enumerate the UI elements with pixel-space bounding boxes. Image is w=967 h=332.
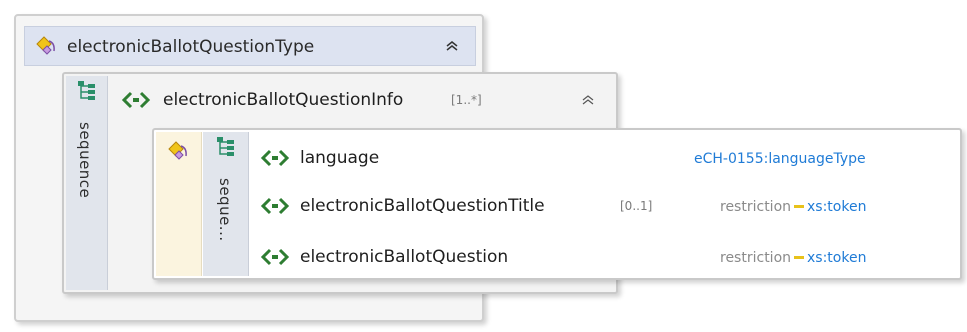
element-name: electronicBallotQuestionTitle — [300, 196, 545, 216]
complex-type-header[interactable]: electronicBallotQuestionType — [24, 26, 476, 66]
element-icon — [260, 197, 290, 215]
element-info-cardinality: [1..*] — [451, 93, 482, 107]
complex-type-title: electronicBallotQuestionType — [67, 37, 315, 57]
inner-sequence-strip[interactable]: seque... — [203, 132, 249, 276]
collapse-chevron-icon[interactable] — [581, 94, 595, 110]
element-info-header[interactable]: electronicBallotQuestionInfo [1..*] — [109, 80, 614, 120]
complex-type-icon — [168, 141, 187, 160]
list-item[interactable]: language eCH-0155:languageType — [250, 140, 960, 176]
sequence-label: sequence — [76, 122, 94, 199]
collapse-chevron-icon[interactable] — [445, 40, 459, 56]
base-type-link[interactable]: xs:token — [807, 250, 866, 266]
element-icon — [260, 248, 290, 266]
inner-sequence-label: seque... — [216, 178, 234, 242]
type-link[interactable]: eCH-0155:languageType — [694, 150, 866, 168]
element-info-title: electronicBallotQuestionInfo — [163, 90, 404, 110]
element-icon — [121, 91, 151, 109]
sequence-icon — [217, 137, 234, 156]
sequence-strip[interactable]: sequence — [66, 76, 108, 290]
restriction-dash-icon — [794, 255, 805, 259]
base-type-link[interactable]: xs:token — [807, 199, 866, 215]
restriction-dash-icon — [794, 204, 805, 208]
element-cardinality: [0..1] — [620, 199, 653, 213]
anonymous-type-strip — [156, 132, 202, 276]
sequence-icon — [78, 81, 95, 100]
list-item[interactable]: electronicBallotQuestionTitle [0..1] res… — [250, 188, 960, 224]
element-icon — [260, 149, 290, 167]
element-name: electronicBallotQuestion — [300, 247, 509, 267]
restriction-label: restriction xs:token — [720, 199, 867, 215]
element-name: language — [300, 148, 380, 168]
restriction-label: restriction xs:token — [720, 250, 867, 266]
list-item[interactable]: electronicBallotQuestion restriction xs:t… — [250, 240, 960, 276]
complex-type-icon — [36, 36, 55, 55]
